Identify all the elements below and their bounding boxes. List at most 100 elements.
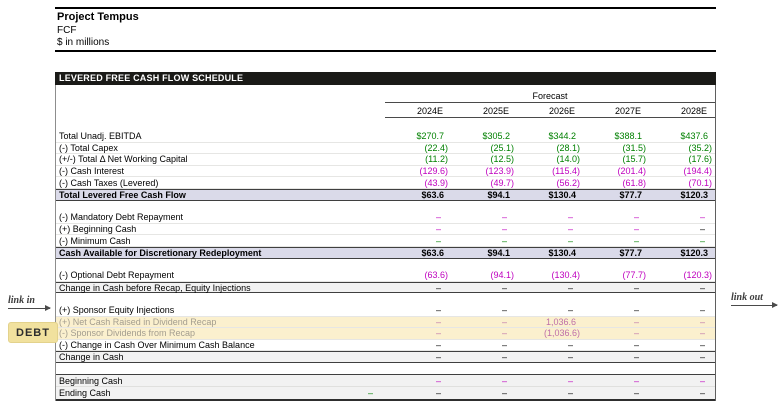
cell-value[interactable]: (70.1) [649, 178, 715, 188]
cell-value[interactable]: (120.3) [649, 270, 715, 280]
cell-value[interactable]: – [517, 283, 583, 293]
cell-value[interactable]: – [649, 236, 715, 246]
row-label[interactable]: (+) Net Cash Raised in Dividend Recap [56, 317, 385, 327]
cell-value[interactable]: – [649, 376, 715, 386]
column-header[interactable]: 2027E [583, 106, 649, 117]
column-header[interactable]: 2024E [385, 106, 451, 117]
row-label[interactable]: (+/-) Total Δ Net Working Capital [56, 154, 385, 164]
cell-value[interactable]: (63.6) [385, 270, 451, 280]
cell-value[interactable]: (14.0) [517, 154, 583, 164]
cell-value[interactable]: (115.4) [517, 166, 583, 176]
cell-value[interactable]: – [385, 352, 451, 362]
cell-value[interactable]: $130.4 [517, 248, 583, 258]
row-label[interactable]: Ending Cash – [56, 388, 385, 398]
row-label[interactable]: (-) Cash Interest [56, 166, 385, 176]
cell-value[interactable]: 1,036.6 [517, 317, 583, 327]
row-label[interactable]: Total Unadj. EBITDA [56, 131, 385, 141]
cell-value[interactable]: (129.6) [385, 166, 451, 176]
cell-value[interactable]: $120.3 [649, 248, 715, 258]
cell-value[interactable]: (17.6) [649, 154, 715, 164]
cell-value[interactable]: – [451, 212, 517, 222]
column-header[interactable]: 2025E [451, 106, 517, 117]
check-cell[interactable]: – [368, 388, 385, 398]
cell-value[interactable]: – [517, 224, 583, 234]
row-label[interactable]: (-) Total Capex [56, 143, 385, 153]
cell-value[interactable]: (56.2) [517, 178, 583, 188]
cell-value[interactable]: – [385, 317, 451, 327]
row-label[interactable]: Beginning Cash [56, 376, 385, 386]
row-label[interactable]: (-) Minimum Cash [56, 236, 385, 246]
cell-value[interactable]: – [451, 236, 517, 246]
cell-value[interactable]: – [583, 224, 649, 234]
cell-value[interactable]: (94.1) [451, 270, 517, 280]
cell-value[interactable]: – [385, 305, 451, 315]
column-header[interactable]: 2028E [649, 106, 715, 117]
cell-value[interactable]: – [649, 388, 715, 398]
row-label[interactable]: Change in Cash before Recap, Equity Inje… [56, 283, 385, 293]
cell-value[interactable]: – [649, 317, 715, 327]
cell-value[interactable]: – [583, 212, 649, 222]
cell-value[interactable]: – [517, 305, 583, 315]
cell-value[interactable]: $305.2 [451, 131, 517, 141]
cell-value[interactable]: – [649, 328, 715, 338]
cell-value[interactable]: – [583, 352, 649, 362]
cell-value[interactable]: (49.7) [451, 178, 517, 188]
cell-value[interactable]: (1,036.6) [517, 328, 583, 338]
cell-value[interactable]: (28.1) [517, 143, 583, 153]
cell-value[interactable]: – [583, 376, 649, 386]
cell-value[interactable]: – [517, 352, 583, 362]
cell-value[interactable]: $388.1 [583, 131, 649, 141]
cell-value[interactable]: – [385, 388, 451, 398]
cell-value[interactable]: $94.1 [451, 190, 517, 200]
cell-value[interactable]: – [385, 376, 451, 386]
cell-value[interactable]: – [583, 236, 649, 246]
row-label[interactable]: (+) Sponsor Equity Injections [56, 305, 385, 315]
row-label[interactable]: Cash Available for Discretionary Redeplo… [56, 248, 385, 258]
cell-value[interactable]: – [583, 317, 649, 327]
cell-value[interactable]: – [451, 328, 517, 338]
cell-value[interactable]: – [517, 388, 583, 398]
cell-value[interactable]: (15.7) [583, 154, 649, 164]
cell-value[interactable]: (201.4) [583, 166, 649, 176]
cell-value[interactable]: $270.7 [385, 131, 451, 141]
cell-value[interactable]: (25.1) [451, 143, 517, 153]
cell-value[interactable]: – [583, 340, 649, 350]
cell-value[interactable]: (194.4) [649, 166, 715, 176]
cell-value[interactable]: – [451, 305, 517, 315]
cell-value[interactable]: (35.2) [649, 143, 715, 153]
cell-value[interactable]: – [451, 376, 517, 386]
cell-value[interactable]: – [517, 212, 583, 222]
cell-value[interactable]: $437.6 [649, 131, 715, 141]
row-label[interactable]: (-) Sponsor Dividends from Recap [56, 328, 385, 338]
row-label[interactable]: (-) Change in Cash Over Minimum Cash Bal… [56, 340, 385, 350]
row-label[interactable]: Total Levered Free Cash Flow [56, 190, 385, 200]
row-label[interactable]: Change in Cash [56, 352, 385, 362]
debt-button[interactable]: DEBT [8, 322, 58, 343]
cell-value[interactable]: – [451, 283, 517, 293]
cell-value[interactable]: (22.4) [385, 143, 451, 153]
cell-value[interactable]: $77.7 [583, 190, 649, 200]
cell-value[interactable]: (43.9) [385, 178, 451, 188]
cell-value[interactable]: – [517, 340, 583, 350]
cell-value[interactable]: (123.9) [451, 166, 517, 176]
cell-value[interactable]: – [451, 388, 517, 398]
cell-value[interactable]: $63.6 [385, 190, 451, 200]
cell-value[interactable]: $77.7 [583, 248, 649, 258]
cell-value[interactable]: $344.2 [517, 131, 583, 141]
cell-value[interactable]: (77.7) [583, 270, 649, 280]
cell-value[interactable]: (11.2) [385, 154, 451, 164]
cell-value[interactable]: – [649, 352, 715, 362]
cell-value[interactable]: (12.5) [451, 154, 517, 164]
cell-value[interactable]: (61.8) [583, 178, 649, 188]
cell-value[interactable]: – [385, 236, 451, 246]
cell-value[interactable]: – [517, 376, 583, 386]
cell-value[interactable]: – [451, 340, 517, 350]
cell-value[interactable]: $120.3 [649, 190, 715, 200]
cell-value[interactable]: – [649, 212, 715, 222]
cell-value[interactable]: – [451, 317, 517, 327]
link-in[interactable]: link in [8, 295, 51, 311]
cell-value[interactable]: – [583, 328, 649, 338]
cell-value[interactable]: – [385, 340, 451, 350]
cell-value[interactable]: – [451, 224, 517, 234]
cell-value[interactable]: – [385, 212, 451, 222]
